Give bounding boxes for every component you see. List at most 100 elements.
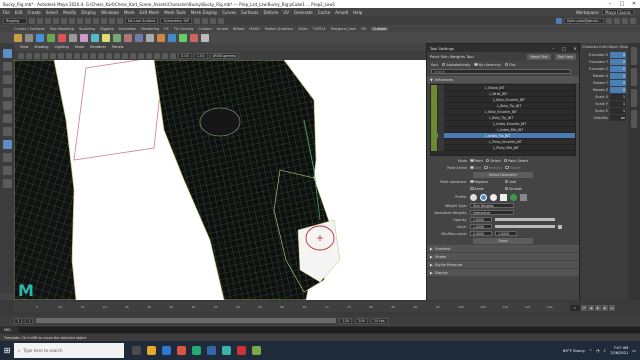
sort-by-hierarchy[interactable]: By Hierarchy [474,63,501,67]
menu-mesh[interactable]: Mesh [124,10,135,15]
film-gate-icon[interactable] [58,52,64,59]
smooth-shade-icon[interactable] [90,52,96,59]
task-view-icon[interactable] [132,346,141,355]
shelf-tab[interactable]: VR [361,27,366,31]
channel-value[interactable]: 0 [610,79,626,86]
gate-mask-icon[interactable] [74,52,80,59]
shelf-tool-icon[interactable] [168,33,176,42]
maya-taskbar-icon[interactable] [222,346,231,355]
panel-menu-view[interactable]: View [20,45,28,49]
menu-windows[interactable]: Windows [101,10,119,15]
sort-alphabetically[interactable]: Alphabetically [441,63,470,67]
menu-deform[interactable]: Deform [263,10,278,15]
channel-row[interactable]: Rotate Z0 [582,86,626,93]
minimize-button[interactable]: – [604,1,616,7]
shelf-tool-icon[interactable] [135,33,143,42]
taskbar-clock[interactable]: 7:07 AM 7/26/2021 [610,346,628,354]
paint-op-smooth[interactable]: Smooth [504,187,522,191]
xray-icon[interactable] [162,52,168,59]
rotate-tool-icon[interactable] [2,101,12,110]
shelf-tool-icon[interactable] [25,33,33,42]
shelf-tab[interactable]: Bifrost [233,27,244,31]
channel-row[interactable]: Translate X0 [582,51,626,58]
shelf-tab[interactable]: Motion Graphics [265,27,293,31]
shelf-tool-icon[interactable] [47,33,55,42]
tool-settings-icon[interactable] [622,17,628,24]
shelf-tab[interactable]: Arnold [217,27,228,31]
grid-icon[interactable] [50,52,56,59]
modeling-toolkit-tab[interactable] [631,110,637,128]
shelf-tool-icon[interactable] [58,33,66,42]
section-influences[interactable]: ▼ Influences [427,76,579,83]
menu-mesh-display[interactable]: Mesh Display [191,10,218,15]
hypershade-icon[interactable] [217,17,224,24]
colorspace-select[interactable]: sRGB gamma [209,52,240,59]
menu-uv[interactable]: UV [283,10,289,15]
section-display[interactable]: ▶ Display [427,269,579,276]
undo-icon[interactable] [53,17,59,24]
bookmark-icon[interactable] [34,52,40,59]
weather-widget[interactable]: 69°F Sunny [563,348,585,353]
shelf-tool-icon[interactable] [36,33,44,42]
outliner-layout-icon[interactable] [2,179,12,188]
notifications-icon[interactable]: ▭ [632,348,636,353]
file-explorer-icon[interactable] [147,346,156,355]
channel-box-tab[interactable] [631,47,637,65]
influence-list[interactable]: L_Elbow_JNT L_Wrist_JNT L_Bcky_Knuckle_JNT… [430,84,576,156]
select-object-icon[interactable] [77,17,83,24]
flood-button[interactable]: Flood [473,237,533,244]
shelf-tool-icon[interactable] [201,33,209,42]
persp-outliner-layout-icon[interactable] [2,166,12,175]
camera-attributes-icon[interactable] [26,52,32,59]
section-gradient[interactable]: ▶ Gradient [427,245,579,252]
anim-end-field[interactable]: 200 [355,317,368,324]
channel-value[interactable]: on [610,114,626,121]
shelf-tab[interactable]: FX [164,27,168,31]
section-stylus-pressure[interactable]: ▶ Stylus Pressure [427,261,579,268]
snap-point-icon[interactable] [109,17,115,24]
snap-view-icon[interactable] [117,17,123,24]
mode-paint[interactable]: Paint [470,159,483,163]
ambient-occlusion-icon[interactable] [130,52,136,59]
paint-op-scale[interactable]: Scale [470,187,484,191]
menu-set-select[interactable]: Rigging [3,17,27,24]
profile-square-icon[interactable] [500,193,507,201]
fps-select[interactable]: 24 fps [370,317,388,324]
lasso-tool-icon[interactable] [2,62,12,71]
time-slider[interactable]: 5 10 15 20 25 30 35 40 45 50 55 60 65 70 75 80 85 90 95 100… [0,300,640,316]
panel-menu-panels[interactable]: Panels [112,45,123,49]
shelf-tab[interactable]: Rigging [100,27,113,31]
menu-modify[interactable]: Modify [63,10,76,15]
playback-start-field[interactable]: 1 [25,317,34,324]
value-slider[interactable] [495,225,555,228]
panel-menu-lighting[interactable]: Lighting [55,45,69,49]
mode-paint-select[interactable]: Paint Select [503,159,528,163]
attribute-editor-icon[interactable] [614,17,620,24]
shelf-tab[interactable]: TURTLE [313,27,326,31]
move-tool-icon[interactable] [2,88,12,97]
resolution-gate-icon[interactable] [66,52,72,59]
close-button[interactable]: ✕ [628,1,640,7]
user-icon[interactable] [556,17,563,24]
panel-menu-shading[interactable]: Shading [34,45,48,49]
menu-select[interactable]: Select [46,10,58,15]
influence-search-input[interactable]: Search [431,68,571,75]
current-frame-field[interactable]: 1 [570,305,580,311]
mode-select[interactable]: Select [485,159,501,163]
motion-blur-icon[interactable] [138,52,144,59]
channel-row[interactable]: Translate Z0 [582,65,626,72]
menu-create[interactable]: Create [27,10,40,15]
snap-grid-icon[interactable] [93,17,99,24]
paint-select-add[interactable]: Add [470,166,481,170]
shelf-tool-icon[interactable] [179,33,187,42]
single-view-layout-icon[interactable] [2,140,12,149]
exposure-field[interactable]: 0.00 [178,52,192,59]
attribute-editor-tab[interactable] [631,68,637,86]
edge-icon[interactable] [162,346,171,355]
xray-joints-icon[interactable] [170,52,176,59]
select-component-icon[interactable] [85,17,91,24]
paint-op-replace[interactable]: Replace [470,180,488,184]
menu-edit-mesh[interactable]: Edit Mesh [140,10,160,15]
mel-input[interactable] [19,327,640,333]
profile-solid-icon[interactable] [490,193,497,201]
